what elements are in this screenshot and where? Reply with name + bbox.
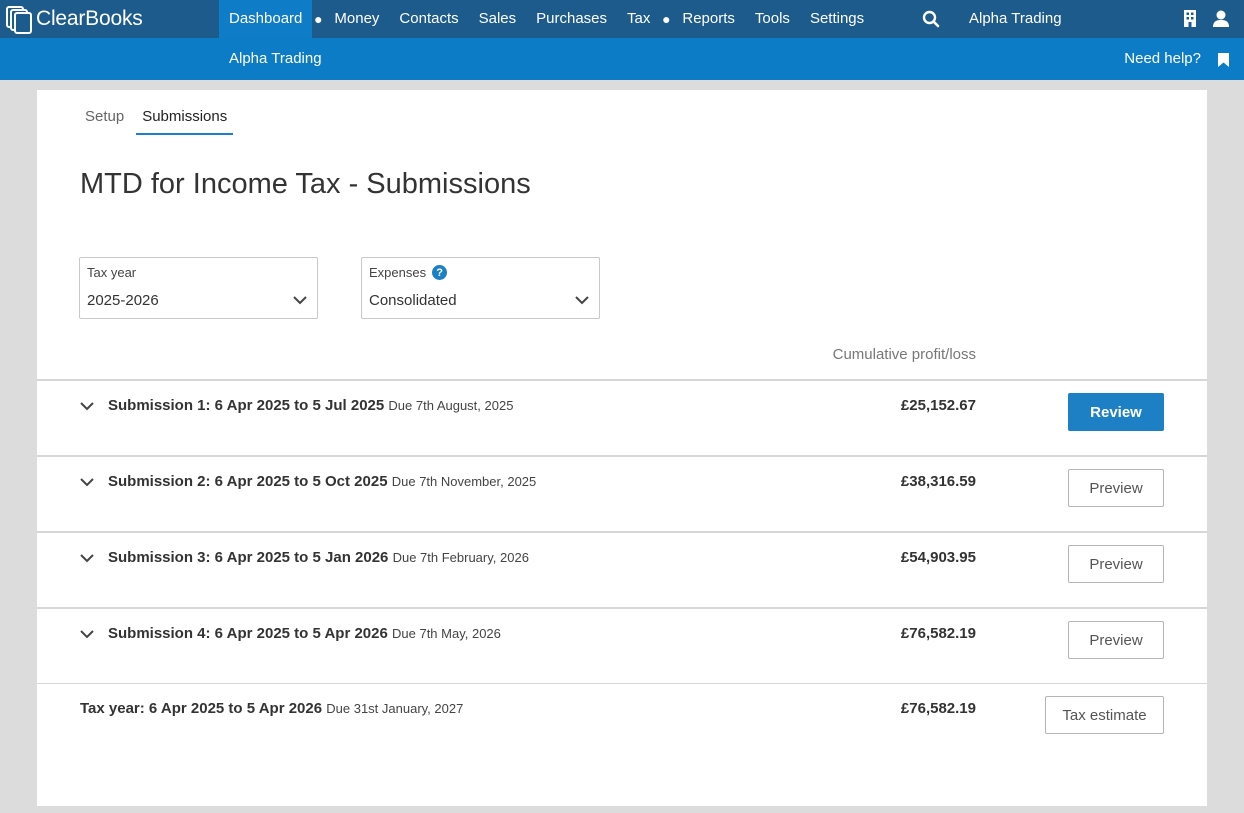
user-icon[interactable] bbox=[1212, 10, 1230, 27]
submission-row: Submission 4: 6 Apr 2025 to 5 Apr 2026 D… bbox=[37, 607, 1207, 683]
due-date: Due 7th February, 2026 bbox=[392, 550, 529, 565]
preview-button[interactable]: Preview bbox=[1068, 545, 1164, 583]
expenses-value: Consolidated bbox=[369, 292, 457, 309]
review-button[interactable]: Review bbox=[1068, 393, 1164, 431]
tax-year-total-row: Tax year: 6 Apr 2025 to 5 Apr 2026 Due 3… bbox=[37, 683, 1207, 759]
chevron-down-icon[interactable] bbox=[80, 554, 94, 563]
profit-loss-amount: £25,152.67 bbox=[900, 397, 976, 414]
profit-loss-amount: £76,582.19 bbox=[900, 625, 976, 642]
profit-loss-amount: £54,903.95 bbox=[900, 549, 976, 566]
preview-button[interactable]: Preview bbox=[1068, 621, 1164, 659]
tab-setup[interactable]: Setup bbox=[85, 108, 124, 135]
submission-period: Submission 1: 6 Apr 2025 to 5 Jul 2025 D… bbox=[108, 397, 514, 414]
tab-bar: Setup Submissions bbox=[85, 108, 234, 135]
nav-money[interactable]: Money bbox=[324, 0, 389, 38]
sub-header-bar: Alpha Trading Need help? bbox=[0, 38, 1244, 80]
chevron-down-icon bbox=[293, 296, 307, 305]
submission-row: Submission 3: 6 Apr 2025 to 5 Jan 2026 D… bbox=[37, 531, 1207, 607]
main-nav: Dashboard ● Money Contacts Sales Purchas… bbox=[219, 0, 874, 38]
clearbooks-logo[interactable]: ClearBooks bbox=[4, 0, 143, 38]
need-help-link[interactable]: Need help? bbox=[1124, 38, 1201, 80]
page-title: MTD for Income Tax - Submissions bbox=[80, 168, 531, 200]
profit-loss-amount: £38,316.59 bbox=[900, 473, 976, 490]
expenses-label: Expenses ? bbox=[369, 265, 448, 280]
tax-year-label: Tax year bbox=[87, 265, 137, 280]
profit-loss-amount: £76,582.19 bbox=[900, 700, 976, 717]
logo-icon bbox=[4, 4, 32, 34]
tax-estimate-button[interactable]: Tax estimate bbox=[1045, 696, 1164, 734]
tax-year-value: 2025-2026 bbox=[87, 292, 159, 309]
nav-tools[interactable]: Tools bbox=[745, 0, 800, 38]
nav-indicator-dot: ● bbox=[662, 11, 671, 27]
tab-submissions[interactable]: Submissions bbox=[136, 108, 234, 135]
due-date: Due 7th November, 2025 bbox=[391, 474, 537, 489]
logo-text: ClearBooks bbox=[36, 7, 143, 30]
submission-period: Submission 4: 6 Apr 2025 to 5 Apr 2026 D… bbox=[108, 625, 501, 642]
preview-button[interactable]: Preview bbox=[1068, 469, 1164, 507]
bookmark-icon[interactable] bbox=[1218, 53, 1229, 67]
submission-period: Submission 2: 6 Apr 2025 to 5 Oct 2025 D… bbox=[108, 473, 537, 490]
search-icon[interactable] bbox=[922, 10, 940, 28]
organisation-switcher[interactable]: Alpha Trading bbox=[969, 0, 1062, 38]
top-navigation-bar: ClearBooks Dashboard ● Money Contacts Sa… bbox=[0, 0, 1244, 38]
tax-year-select[interactable]: Tax year 2025-2026 bbox=[79, 257, 318, 319]
tax-year-period: Tax year: 6 Apr 2025 to 5 Apr 2026 Due 3… bbox=[80, 700, 464, 717]
submission-row: Submission 2: 6 Apr 2025 to 5 Oct 2025 D… bbox=[37, 455, 1207, 531]
due-date: Due 31st January, 2027 bbox=[326, 701, 464, 716]
main-card: Setup Submissions MTD for Income Tax - S… bbox=[37, 90, 1207, 806]
nav-indicator-dot: ● bbox=[314, 11, 323, 27]
nav-settings[interactable]: Settings bbox=[800, 0, 874, 38]
chevron-down-icon[interactable] bbox=[80, 402, 94, 411]
submission-row: Submission 1: 6 Apr 2025 to 5 Jul 2025 D… bbox=[37, 379, 1207, 455]
help-icon[interactable]: ? bbox=[432, 265, 448, 280]
nav-sales[interactable]: Sales bbox=[469, 0, 527, 38]
nav-contacts[interactable]: Contacts bbox=[389, 0, 468, 38]
building-icon[interactable] bbox=[1183, 10, 1197, 27]
nav-tax[interactable]: Tax bbox=[617, 0, 660, 38]
company-title: Alpha Trading bbox=[229, 50, 322, 67]
cumulative-profit-loss-header: Cumulative profit/loss bbox=[832, 346, 976, 363]
chevron-down-icon[interactable] bbox=[80, 630, 94, 639]
submission-period: Submission 3: 6 Apr 2025 to 5 Jan 2026 D… bbox=[108, 549, 529, 566]
nav-dashboard[interactable]: Dashboard bbox=[219, 0, 313, 38]
nav-reports[interactable]: Reports bbox=[672, 0, 745, 38]
due-date: Due 7th May, 2026 bbox=[392, 626, 501, 641]
chevron-down-icon[interactable] bbox=[80, 478, 94, 487]
nav-purchases[interactable]: Purchases bbox=[526, 0, 617, 38]
chevron-down-icon bbox=[575, 296, 589, 305]
due-date: Due 7th August, 2025 bbox=[388, 398, 514, 413]
expenses-select[interactable]: Expenses ? Consolidated bbox=[361, 257, 600, 319]
